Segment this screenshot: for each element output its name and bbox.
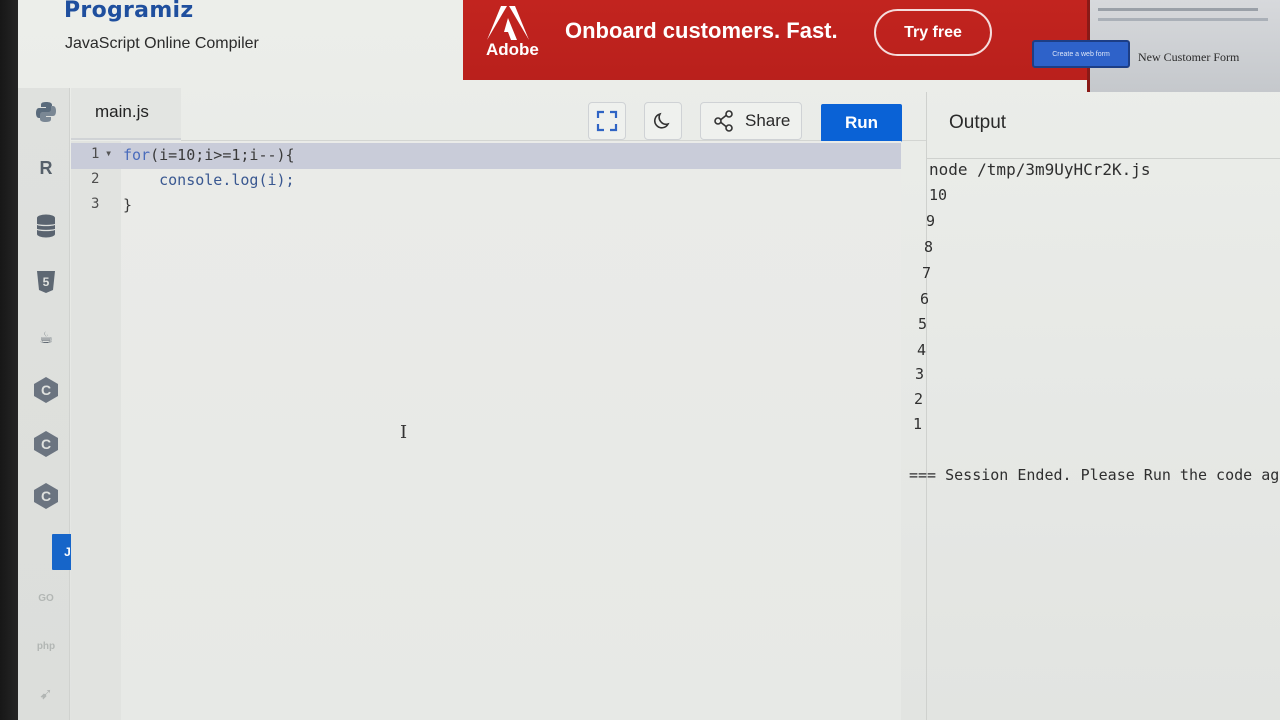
code-text: (i=10;i>=1;i--){ [150, 146, 295, 164]
output-title: Output [949, 112, 1007, 133]
svg-text:C: C [41, 436, 51, 452]
output-command: node /tmp/3m9UyHCr2K.js [929, 160, 1151, 179]
fold-toggle-icon[interactable]: ▾ [105, 146, 112, 160]
code-line[interactable]: 3 } [71, 193, 901, 219]
output-line: 2 [914, 390, 924, 408]
output-line: 10 [929, 186, 948, 204]
database-icon[interactable] [30, 210, 62, 242]
output-line: 8 [924, 238, 934, 256]
page-subtitle: JavaScript Online Compiler [65, 35, 259, 52]
adobe-wordmark: Adobe [486, 40, 539, 59]
line-number: 1 [91, 146, 100, 162]
ad-banner[interactable]: Adobe Onboard customers. Fast. Try free … [463, 0, 1280, 92]
text-cursor-icon: I [400, 422, 408, 443]
r-icon[interactable]: R [30, 152, 62, 184]
output-line: 7 [922, 264, 932, 282]
code-line[interactable]: 1 ▾ for(i=10;i>=1;i--){ [71, 143, 901, 169]
share-icon [714, 110, 733, 132]
code-text: } [123, 196, 133, 214]
svg-text:5: 5 [43, 275, 50, 289]
fullscreen-button[interactable] [588, 102, 626, 140]
moon-icon [654, 112, 670, 129]
svg-text:C: C [41, 382, 51, 398]
output-line: 6 [920, 290, 930, 308]
output-line: 3 [915, 365, 925, 383]
line-number: 3 [91, 196, 100, 212]
ad-preview-image: Create a web form New Customer Form [1032, 0, 1280, 92]
go-icon[interactable]: GO [30, 582, 62, 614]
output-line: 5 [918, 315, 928, 333]
php-icon[interactable]: php [30, 630, 62, 662]
line-gutter [71, 141, 121, 720]
programiz-logo[interactable]: Programiz [64, 0, 194, 23]
tab-main-js[interactable]: main.js [71, 88, 181, 140]
output-line: 4 [917, 341, 927, 359]
output-console[interactable]: node /tmp/3m9UyHCr2K.js 10 9 8 7 6 5 4 3 2 1 === … [905, 160, 1280, 720]
code-text: console.log(i); [123, 171, 295, 189]
python-icon[interactable] [30, 96, 62, 128]
html5-icon[interactable]: 5 [30, 266, 62, 298]
ad-headline: Onboard customers. Fast. [565, 18, 838, 43]
c-icon[interactable]: C [30, 374, 62, 406]
fullscreen-icon [596, 110, 618, 132]
share-button[interactable]: Share [700, 102, 802, 140]
session-ended-message: === Session Ended. Please Run the code a… [909, 466, 1280, 484]
try-free-button[interactable]: Try free [874, 9, 992, 56]
cpp-icon[interactable]: C [30, 428, 62, 460]
code-keyword: for [123, 146, 151, 164]
output-line: 9 [926, 212, 936, 230]
csharp-icon[interactable]: C [30, 480, 62, 512]
swift-icon[interactable]: ➹ [30, 678, 62, 710]
adobe-logo-icon [487, 6, 529, 40]
output-line: 1 [913, 415, 923, 433]
run-button[interactable]: Run [821, 104, 902, 142]
code-editor[interactable]: 1 ▾ for(i=10;i>=1;i--){ 2 console.log(i)… [71, 141, 901, 720]
share-label: Share [745, 111, 791, 130]
java-icon[interactable]: ☕ [30, 322, 62, 354]
code-line[interactable]: 2 console.log(i); [71, 168, 901, 194]
theme-toggle-button[interactable] [644, 102, 682, 140]
ad-create-form-pill: Create a web form [1032, 40, 1130, 68]
line-number: 2 [91, 171, 100, 187]
output-header-divider [926, 158, 1280, 159]
ad-form-title: New Customer Form [1138, 50, 1240, 64]
svg-text:C: C [41, 488, 51, 504]
